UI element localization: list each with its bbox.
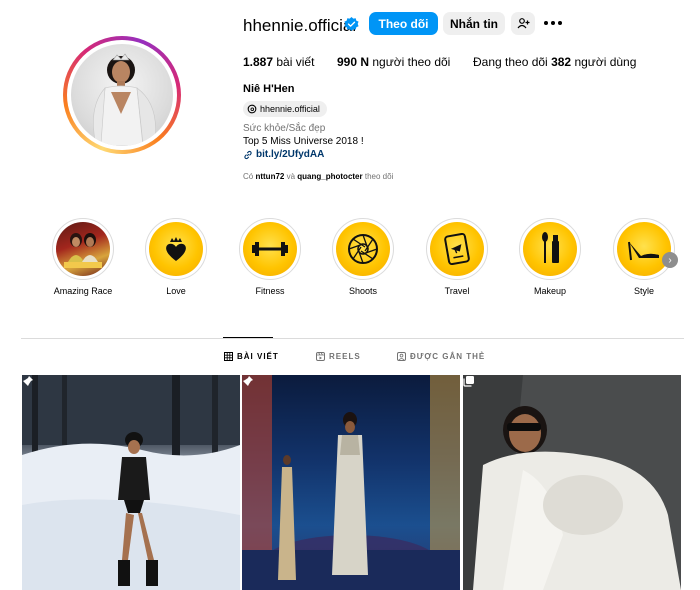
active-tab-indicator bbox=[223, 337, 273, 338]
posts-count: 1.887 bài viết bbox=[243, 55, 315, 69]
highlight-makeup[interactable]: Makeup bbox=[510, 218, 590, 296]
reels-icon bbox=[316, 352, 325, 361]
makeup-brush-icon bbox=[542, 232, 559, 263]
profile-full-name: Niê H'Hen bbox=[243, 83, 295, 95]
link-icon bbox=[244, 150, 252, 159]
post-tile[interactable] bbox=[22, 375, 240, 590]
message-button[interactable]: Nhắn tin bbox=[443, 12, 505, 35]
profile-bio: Top 5 Miss Universe 2018 ! bbox=[243, 136, 364, 147]
post-tile[interactable] bbox=[463, 375, 681, 590]
post-tile[interactable] bbox=[242, 375, 460, 590]
tab-tagged[interactable]: ĐƯỢC GẮN THẺ bbox=[397, 352, 485, 361]
profile-website-link[interactable]: bit.ly/2UfydAA bbox=[243, 149, 324, 160]
pin-icon bbox=[243, 376, 253, 386]
grid-icon bbox=[224, 352, 233, 361]
tagged-icon bbox=[397, 352, 406, 361]
more-options-icon[interactable] bbox=[543, 14, 563, 32]
carousel-icon bbox=[463, 376, 474, 387]
profile-avatar-ring[interactable] bbox=[63, 36, 181, 154]
highlight-label: Fitness bbox=[255, 286, 285, 296]
follow-button[interactable]: Theo dõi bbox=[369, 12, 438, 35]
highlight-label: Amazing Race bbox=[53, 286, 113, 296]
profile-category: Sức khỏe/Sắc đẹp bbox=[243, 123, 326, 134]
verified-badge-icon bbox=[344, 17, 359, 31]
pin-icon bbox=[23, 376, 33, 386]
post-image-stage bbox=[242, 375, 460, 590]
camera-aperture-icon bbox=[348, 234, 378, 264]
threads-profile-link[interactable]: hhennie.official bbox=[243, 101, 327, 117]
highlights-next-button[interactable]: › bbox=[662, 252, 678, 268]
highlight-shoots[interactable]: Shoots bbox=[323, 218, 403, 296]
mutual-followers[interactable]: Có nttun72 và quang_photocter theo dõi bbox=[243, 172, 393, 181]
profile-username: hhennie.official bbox=[243, 16, 357, 35]
dumbbell-icon bbox=[252, 242, 288, 256]
highlight-fitness[interactable]: Fitness bbox=[230, 218, 310, 296]
add-user-icon bbox=[517, 18, 529, 29]
highlight-label: Makeup bbox=[533, 286, 567, 296]
threads-icon bbox=[247, 104, 257, 114]
tabs-divider bbox=[21, 338, 684, 339]
highlight-amazing-race[interactable]: Amazing Race bbox=[43, 218, 123, 296]
highlight-love[interactable]: Love bbox=[136, 218, 216, 296]
tab-posts[interactable]: BÀI VIẾT bbox=[224, 352, 279, 361]
highlight-label: Style bbox=[633, 286, 654, 296]
highlight-label: Travel bbox=[444, 286, 470, 296]
tab-reels[interactable]: REELS bbox=[316, 352, 361, 361]
profile-avatar bbox=[71, 44, 173, 146]
following-count[interactable]: Đang theo dõi 382 người dùng bbox=[473, 55, 636, 69]
passport-icon bbox=[444, 233, 470, 265]
amazing-race-thumbnail bbox=[64, 233, 102, 268]
highlight-label: Love bbox=[166, 286, 186, 296]
suggest-users-button[interactable] bbox=[511, 12, 535, 35]
post-image-white-coat bbox=[463, 375, 681, 590]
post-image-snow bbox=[22, 375, 240, 590]
followers-count[interactable]: 990 N người theo dõi bbox=[337, 55, 450, 69]
highlight-travel[interactable]: Travel bbox=[417, 218, 497, 296]
highlight-label: Shoots bbox=[348, 286, 378, 296]
crowned-heart-icon bbox=[166, 237, 186, 261]
high-heel-icon bbox=[628, 241, 659, 261]
threads-handle: hhennie.official bbox=[260, 104, 320, 114]
chevron-right-icon: › bbox=[668, 254, 672, 266]
